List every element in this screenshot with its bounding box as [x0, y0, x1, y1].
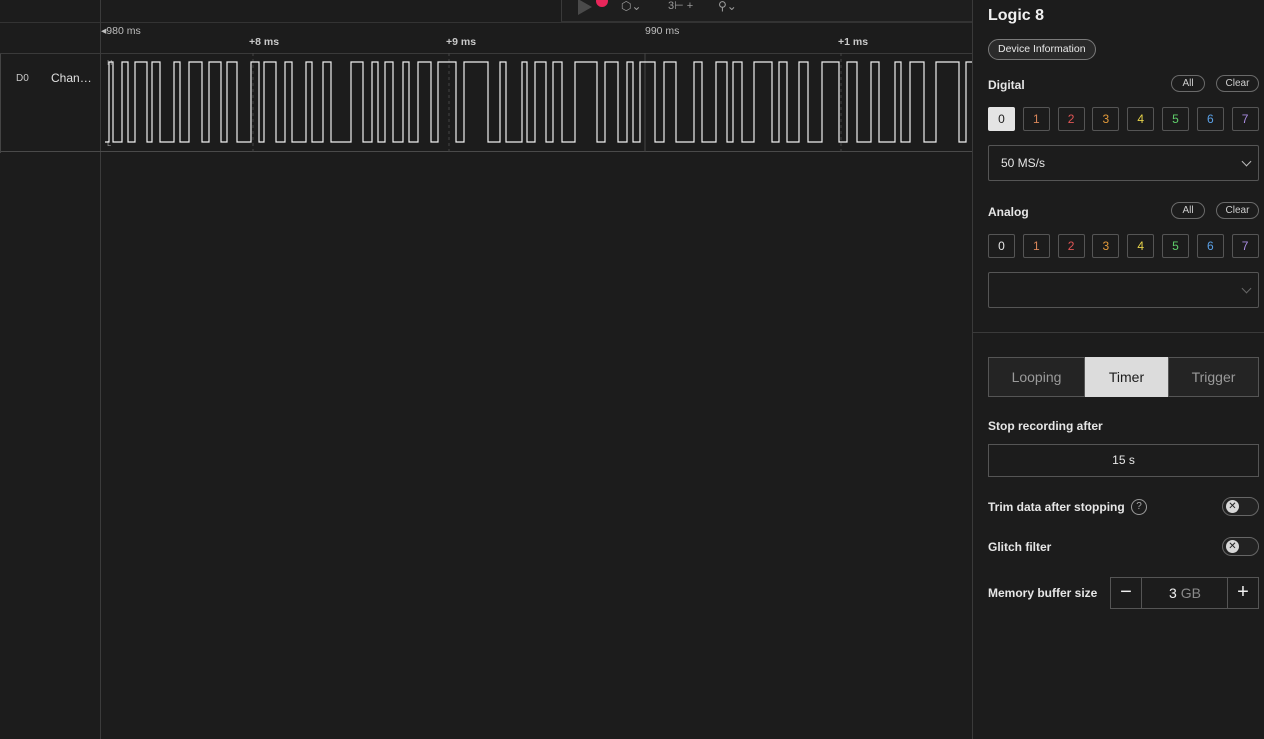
marker-icon[interactable]: ⚲⌄ [718, 0, 737, 12]
digital-channel-button-2[interactable]: 2 [1057, 107, 1085, 131]
digital-channel-button-1[interactable]: 1 [1022, 107, 1050, 131]
digital-channel-button-5[interactable]: 5 [1162, 107, 1189, 131]
time-ruler[interactable]: ◂980 ms +8 ms +9 ms 990 ms +1 ms [101, 23, 972, 53]
stop-recording-input[interactable]: 15 s [988, 444, 1259, 477]
close-icon: ✕ [1226, 500, 1239, 513]
waveform-view[interactable]: ⬡⌄ 3⊢ + ⚲⌄ ◂980 ms +8 ms +9 ms 990 ms +1… [0, 0, 973, 739]
memory-buffer-number: 3 [1168, 585, 1177, 601]
digital-channel-button-3[interactable]: 3 [1092, 107, 1120, 131]
trim-data-toggle[interactable]: ✕ [1222, 497, 1259, 516]
section-divider [973, 332, 1264, 333]
analog-clear-button[interactable]: Clear [1216, 202, 1259, 219]
device-information-button[interactable]: Device Information [988, 39, 1096, 60]
ruler-tick: +9 ms [446, 36, 477, 48]
increase-buffer-button[interactable]: + [1227, 577, 1259, 609]
play-icon[interactable] [578, 0, 592, 15]
memory-buffer-value[interactable]: 3 GB [1142, 577, 1228, 609]
channel-id: D0 [16, 73, 29, 84]
digital-waveform[interactable]: H L [101, 53, 972, 152]
analog-all-button[interactable]: All [1171, 202, 1205, 219]
ruler-tick: ◂980 ms [101, 25, 141, 37]
digital-clear-button[interactable]: Clear [1216, 75, 1259, 92]
digital-label: Digital [988, 78, 1025, 92]
glitch-filter-toggle[interactable]: ✕ [1222, 537, 1259, 556]
chevron-down-icon [1241, 283, 1252, 294]
analog-channel-button-3[interactable]: 3 [1092, 234, 1120, 258]
measure-badge: 3 [668, 0, 675, 12]
ruler-tick: 990 ms [645, 25, 680, 37]
analog-channel-button-4[interactable]: 4 [1127, 234, 1155, 258]
measure-icon[interactable]: 3⊢ + [668, 0, 693, 12]
stop-recording-label: Stop recording after [988, 419, 1103, 433]
device-settings-panel: Logic 8 Device Information Digital All C… [972, 0, 1264, 739]
digital-sample-rate-value: 50 MS/s [1001, 156, 1046, 170]
memory-buffer-label: Memory buffer size [988, 586, 1098, 600]
ruler-tick: +1 ms [838, 36, 869, 48]
digital-all-button[interactable]: All [1171, 75, 1205, 92]
channel-label-area[interactable]: D0 Chan… [0, 54, 100, 153]
analog-label: Analog [988, 205, 1029, 219]
analog-channel-button-5[interactable]: 5 [1162, 234, 1189, 258]
trim-data-label: Trim data after stopping [988, 500, 1125, 514]
analog-channel-button-6[interactable]: 6 [1196, 234, 1224, 258]
digital-channel-button-4[interactable]: 4 [1127, 107, 1155, 131]
glitch-filter-label: Glitch filter [988, 540, 1052, 554]
chevron-down-icon [1241, 156, 1252, 167]
analog-channel-button-7[interactable]: 7 [1231, 234, 1259, 258]
digital-channel-button-6[interactable]: 6 [1196, 107, 1224, 131]
analog-channel-button-1[interactable]: 1 [1022, 234, 1050, 258]
digital-sample-rate-select[interactable]: 50 MS/s [988, 145, 1259, 181]
waveform-trace [105, 61, 972, 143]
help-icon[interactable]: ? [1131, 499, 1147, 515]
analog-channel-button-0[interactable]: 0 [988, 234, 1015, 258]
digital-channel-button-0[interactable]: 0 [988, 107, 1015, 131]
ruler-tick: +8 ms [249, 36, 280, 48]
tab-trigger[interactable]: Trigger [1168, 357, 1259, 397]
high-marker: H [107, 59, 112, 67]
memory-buffer-unit: GB [1180, 585, 1202, 601]
device-title: Logic 8 [988, 7, 1045, 24]
analog-channel-button-2[interactable]: 2 [1057, 234, 1085, 258]
decrease-buffer-button[interactable]: − [1110, 577, 1142, 609]
channel-name[interactable]: Chan… [51, 71, 92, 85]
trigger-icon[interactable]: ⬡⌄ [621, 0, 642, 12]
tab-looping[interactable]: Looping [988, 357, 1085, 397]
analog-sample-rate-select[interactable] [988, 272, 1259, 308]
tab-timer[interactable]: Timer [1085, 357, 1168, 397]
close-icon: ✕ [1226, 540, 1239, 553]
digital-channel-button-7[interactable]: 7 [1231, 107, 1259, 131]
